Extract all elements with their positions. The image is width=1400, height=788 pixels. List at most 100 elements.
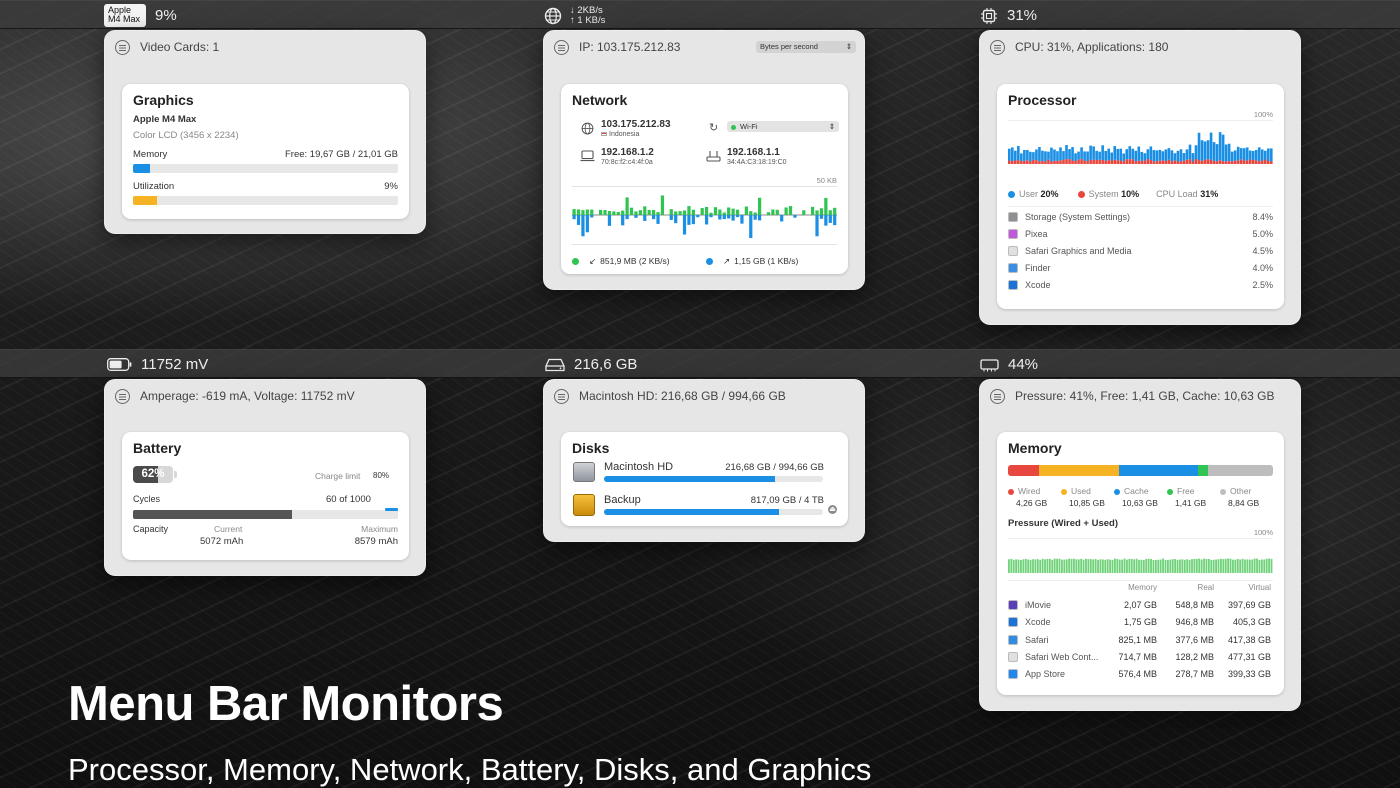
memory-segment-used (1039, 465, 1120, 476)
pressure-bar (1191, 559, 1193, 573)
disk-usage-bar (604, 476, 823, 482)
app-virtual: 397,69 GB (1227, 600, 1271, 610)
system-bar (1179, 161, 1183, 164)
download-bar (802, 210, 806, 215)
app-cpu-value: 4.0% (1252, 263, 1273, 273)
menu-list-icon[interactable] (115, 388, 130, 404)
user-bar (1140, 151, 1144, 161)
menu-list-icon[interactable] (990, 39, 1005, 55)
upload-bar (691, 215, 695, 225)
pressure-bar (1128, 558, 1131, 573)
pressure-bar (1094, 559, 1097, 573)
download-bar (788, 206, 793, 215)
interface-select[interactable]: Wi-Fi ⇕ (727, 121, 839, 132)
user-bar (1104, 150, 1107, 161)
chart-max-label: 100% (1253, 110, 1273, 119)
unit-select[interactable]: Bytes per second ⇕ (756, 41, 856, 53)
gpu-menubar-item[interactable]: Apple M4 Max 9% (104, 1, 177, 30)
memory-pressure-value: 44% (1008, 356, 1039, 373)
app-name: iMovie (1025, 600, 1052, 610)
download-bar (718, 209, 722, 215)
menu-list-icon[interactable] (990, 388, 1005, 404)
pressure-bar (1029, 559, 1032, 573)
upload-bar (625, 215, 629, 220)
pressure-bar (1263, 559, 1266, 573)
pressure-bar (1010, 558, 1013, 573)
menu-list-icon[interactable] (115, 39, 130, 55)
upload-bar (696, 215, 700, 218)
download-dot (572, 258, 579, 266)
upload-bar (669, 215, 673, 220)
pressure-bar (1212, 559, 1215, 573)
user-bar (1035, 149, 1038, 161)
system-bar (1191, 161, 1195, 164)
capacity-label: Capacity (133, 524, 169, 534)
router-icon (706, 151, 721, 162)
system-bar (1215, 161, 1219, 164)
menu-list-icon[interactable] (554, 39, 569, 55)
cpu-menubar-item[interactable]: 31% (980, 1, 1037, 30)
battery-charge: 62% (141, 468, 165, 480)
battery-menubar-item[interactable]: 11752 mV (107, 350, 208, 379)
pressure-bar (1220, 558, 1222, 573)
upload-bar (753, 215, 757, 220)
system-bar (1071, 160, 1074, 164)
country: Indonesia (601, 131, 639, 138)
pressure-bar (1256, 558, 1258, 573)
download-bar (815, 210, 819, 215)
battery-voltage-value: 11752 mV (141, 356, 209, 373)
user-bar (1053, 149, 1056, 161)
network-menubar-item[interactable]: ↓ 2KB/s ↑ 1 KB/s (544, 1, 605, 30)
system-bar (1206, 159, 1210, 164)
panel-header: Video Cards: 1 (105, 31, 425, 63)
eject-icon[interactable]: ⏏ (828, 505, 837, 514)
system-bar (1104, 160, 1107, 164)
network-card: Network 103.175.212.83 Indonesia ↻ Wi-Fi… (561, 84, 848, 274)
menu-list-icon[interactable] (554, 388, 569, 404)
panel-header: Pressure: 41%, Free: 1,41 GB, Cache: 10,… (980, 380, 1300, 412)
system-bar (1182, 160, 1186, 164)
memory-value: Free: 19,67 GB / 21,01 GB (284, 149, 398, 160)
legend-text: Used (1071, 486, 1091, 496)
download-total-value: 851,9 MB (2 KB/s) (600, 256, 670, 266)
globe-icon (544, 7, 562, 24)
pressure-bar (1135, 558, 1138, 573)
pressure-bar (1205, 559, 1208, 573)
pressure-label: Pressure (Wired + Used) (1008, 518, 1118, 529)
app-virtual: 477,31 GB (1227, 651, 1271, 662)
pressure-bar (1164, 559, 1167, 573)
system-bar (1122, 161, 1126, 164)
gpu-badge-line2: M4 Max (108, 14, 141, 24)
user-bar (1092, 146, 1095, 160)
disk-menubar-item[interactable]: 216,6 GB (545, 350, 637, 379)
download-bar (682, 210, 687, 215)
internal-disk-icon (573, 462, 595, 482)
pressure-bar (1111, 559, 1114, 573)
pressure-bar (1034, 559, 1037, 573)
download-bar (691, 209, 695, 215)
pressure-bar (1268, 558, 1270, 573)
download-bar (811, 206, 815, 215)
legend-dot (1061, 488, 1067, 495)
system-bar (1026, 160, 1029, 164)
upload-bar (740, 215, 744, 224)
system-bar (1149, 159, 1153, 164)
app-memory: 2,07 GB (1123, 600, 1157, 610)
app-icon (1008, 600, 1018, 610)
pressure-bar (1193, 558, 1196, 573)
user-bar (1065, 145, 1068, 160)
refresh-icon[interactable]: ↻ (709, 121, 718, 134)
pressure-bar (1044, 559, 1046, 573)
divider (1008, 580, 1273, 581)
memory-menubar-item[interactable]: 44% (980, 350, 1038, 379)
upload-bar (607, 215, 612, 226)
cpu-load-label: CPU Load (1156, 189, 1198, 199)
legend-value: 10,85 GB (1069, 498, 1105, 508)
system-bar (1161, 160, 1165, 164)
upload-bar (758, 215, 762, 221)
user-bar (1215, 144, 1219, 162)
app-memory: 825,1 MB (1118, 634, 1157, 645)
pressure-bar (1200, 559, 1203, 573)
user-bar (1020, 153, 1023, 162)
legend-value: 4,26 GB (1016, 498, 1048, 508)
